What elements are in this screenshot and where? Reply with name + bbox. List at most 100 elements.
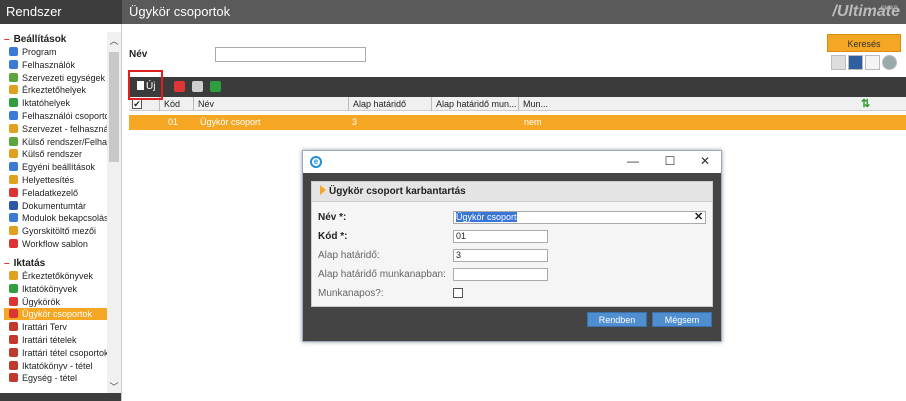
sidebar-item-org-user[interactable]: Szervezet - felhasználó — [4, 123, 108, 135]
save-icon[interactable] — [848, 55, 863, 70]
sidebar-bottom-bar — [0, 393, 121, 401]
search-name-input[interactable] — [215, 47, 366, 62]
dialog-title: Ügykör csoport karbantartás — [312, 182, 712, 202]
cell-hatarido: 3 — [352, 117, 358, 127]
sidebar-item-program[interactable]: Program — [4, 46, 108, 58]
delete-icon[interactable] — [174, 81, 185, 92]
external-user-icon — [9, 136, 18, 146]
case-icon — [9, 296, 18, 306]
clear-field-icon[interactable]: ✕ — [694, 211, 703, 223]
user-icon — [9, 59, 18, 69]
unit-item-icon — [9, 373, 18, 383]
case-group-icon — [9, 309, 18, 319]
sidebar-item-label: Iktatókönyv - tétel — [22, 360, 93, 371]
maximize-icon[interactable]: ☐ — [662, 153, 678, 169]
print-icon[interactable] — [192, 81, 203, 92]
sidebar-item-register-book[interactable]: Iktatókönyvek — [4, 283, 108, 295]
sidebar-item-label: Egyéni beállítások — [22, 162, 96, 173]
column-alap-hatarido-mun[interactable]: Alap határidő mun... — [431, 97, 518, 111]
blank-icon[interactable] — [831, 55, 846, 70]
register-icon — [9, 98, 18, 108]
sidebar-item-archive-group[interactable]: Irattári tétel csoportok — [4, 347, 108, 359]
sidebar-item-org[interactable]: Szervezeti egységek — [4, 72, 108, 84]
sidebar-item-label: Ügykör csoportok — [22, 309, 93, 320]
select-all-checkbox[interactable]: ✔ — [132, 99, 142, 109]
edit-dialog: e — ☐ ✕ Ügykör csoport karbantartás Név … — [302, 150, 722, 342]
scrollbar-thumb[interactable] — [109, 52, 119, 162]
sidebar-item-label: Felhasználók — [22, 59, 76, 70]
archive-group-icon — [9, 347, 18, 357]
page-title: Ügykör csoportok — [129, 4, 231, 19]
sidebar-item-custom-settings[interactable]: Egyéni beállítások — [4, 161, 108, 173]
sidebar-item-book-item[interactable]: Iktatókönyv - tétel — [4, 360, 108, 372]
sidebar-item-module[interactable]: Modulok bekapcsolása — [4, 212, 108, 224]
sidebar-item-archive-plan[interactable]: Irattári Terv — [4, 321, 108, 333]
sidebar-item-inbox[interactable]: Érkeztetőhelyek — [4, 84, 108, 96]
field-nev-input[interactable]: Ügykör csoport — [453, 211, 706, 224]
sidebar-item-label: Irattári Terv — [22, 322, 67, 333]
minimize-icon[interactable]: — — [625, 153, 641, 169]
sidebar-item-inbox-book[interactable]: Érkeztetőkönyvek — [4, 270, 108, 282]
org-icon — [9, 72, 18, 82]
sidebar-item-external-user[interactable]: Külső rendszer/Felhasz — [4, 136, 108, 148]
sidebar-item-case-group[interactable]: Ügykör csoportok — [4, 308, 108, 321]
search-name-label: Név — [129, 49, 148, 60]
task-icon — [9, 187, 18, 197]
refresh-icon[interactable]: ⇅ — [861, 97, 870, 111]
sidebar-item-label: Modulok bekapcsolása — [22, 213, 108, 224]
sidebar-item-label: Irattári tételek — [22, 335, 77, 345]
section-arrow-icon — [320, 185, 326, 195]
field-kod-label: Kód *: — [318, 231, 348, 242]
sidebar-scrollbar[interactable]: ︿ ﹀ — [107, 32, 121, 394]
field-munkanap-input[interactable] — [453, 268, 548, 281]
cell-mun: nem — [524, 117, 542, 127]
sidebar-group-iktatas[interactable]: – Iktatás — [4, 258, 45, 269]
sidebar-item-workflow[interactable]: Workflow sablon — [4, 238, 108, 250]
sidebar-item-usergroup[interactable]: Felhasználói csoportok — [4, 110, 108, 122]
table-row[interactable]: 01 Ügykör csoport 3 nem — [129, 115, 906, 130]
sidebar-item-case[interactable]: Ügykörök — [4, 296, 108, 308]
dialog-titlebar: e — ☐ ✕ — [303, 151, 721, 173]
word-icon — [9, 200, 18, 210]
field-munkanapos-label: Munkanapos?: — [318, 288, 384, 299]
ok-button[interactable]: Rendben — [587, 312, 647, 327]
field-munkanapos-checkbox[interactable] — [453, 288, 463, 298]
sidebar-group-beallitasok[interactable]: – Beállítások — [4, 34, 66, 45]
cancel-button[interactable]: Mégsem — [652, 312, 712, 327]
sidebar-item-label: Dokumentumtár — [22, 200, 87, 211]
sidebar-item-label: Ügykörök — [22, 296, 61, 307]
sidebar-item-label: Külső rendszer — [22, 149, 83, 160]
sidebar-item-label: Szervezeti egységek — [22, 72, 106, 83]
sidebar-item-archive-items[interactable]: Irattári tételek — [4, 334, 108, 346]
search-button[interactable]: Keresés — [827, 34, 901, 52]
sidebar-item-substitute[interactable]: Helyettesítés — [4, 174, 108, 186]
sidebar-item-label: Egység - tétel — [22, 373, 78, 384]
custom-settings-icon — [9, 162, 18, 172]
inbox-book-icon — [9, 271, 18, 280]
sidebar-item-external[interactable]: Külső rendszer — [4, 148, 108, 160]
close-icon[interactable]: ✕ — [697, 153, 713, 169]
excel-icon[interactable] — [210, 81, 221, 92]
field-hatarido-input[interactable]: 3 — [453, 249, 548, 262]
archive-items-icon — [9, 335, 18, 344]
dropdown-icon[interactable] — [882, 55, 897, 70]
top-bar: Rendszer Ügykör csoportok /Ultimate SMAR — [0, 0, 906, 24]
grid-header: ✔ Kód Név Alap határidő Alap határidő mu… — [129, 97, 906, 111]
sidebar-item-label: Program — [22, 47, 57, 57]
sidebar-item-register[interactable]: Iktatóhelyek — [4, 97, 108, 109]
sidebar-item-unit-item[interactable]: Egység - tétel — [4, 372, 108, 384]
sidebar-item-quickfill[interactable]: Gyorskitöltő mezői — [4, 225, 108, 237]
field-kod-input[interactable]: 01 — [453, 230, 548, 243]
column-alap-hatarido[interactable]: Alap határidő — [348, 97, 431, 111]
column-kod[interactable]: Kód — [159, 97, 193, 111]
sidebar-item-word[interactable]: Dokumentumtár — [4, 200, 108, 212]
program-icon — [9, 47, 18, 56]
column-nev[interactable]: Név — [193, 97, 348, 111]
scroll-down-icon[interactable]: ﹀ — [107, 380, 121, 392]
document-icon[interactable] — [865, 55, 880, 70]
form-panel: Ügykör csoport karbantartás Név *: Ügykö… — [311, 181, 713, 307]
sidebar-item-task[interactable]: Feladatkezelő — [4, 187, 108, 199]
column-mun[interactable]: Mun... — [518, 97, 548, 111]
scroll-up-icon[interactable]: ︿ — [107, 34, 121, 46]
sidebar-item-user[interactable]: Felhasználók — [4, 59, 108, 71]
